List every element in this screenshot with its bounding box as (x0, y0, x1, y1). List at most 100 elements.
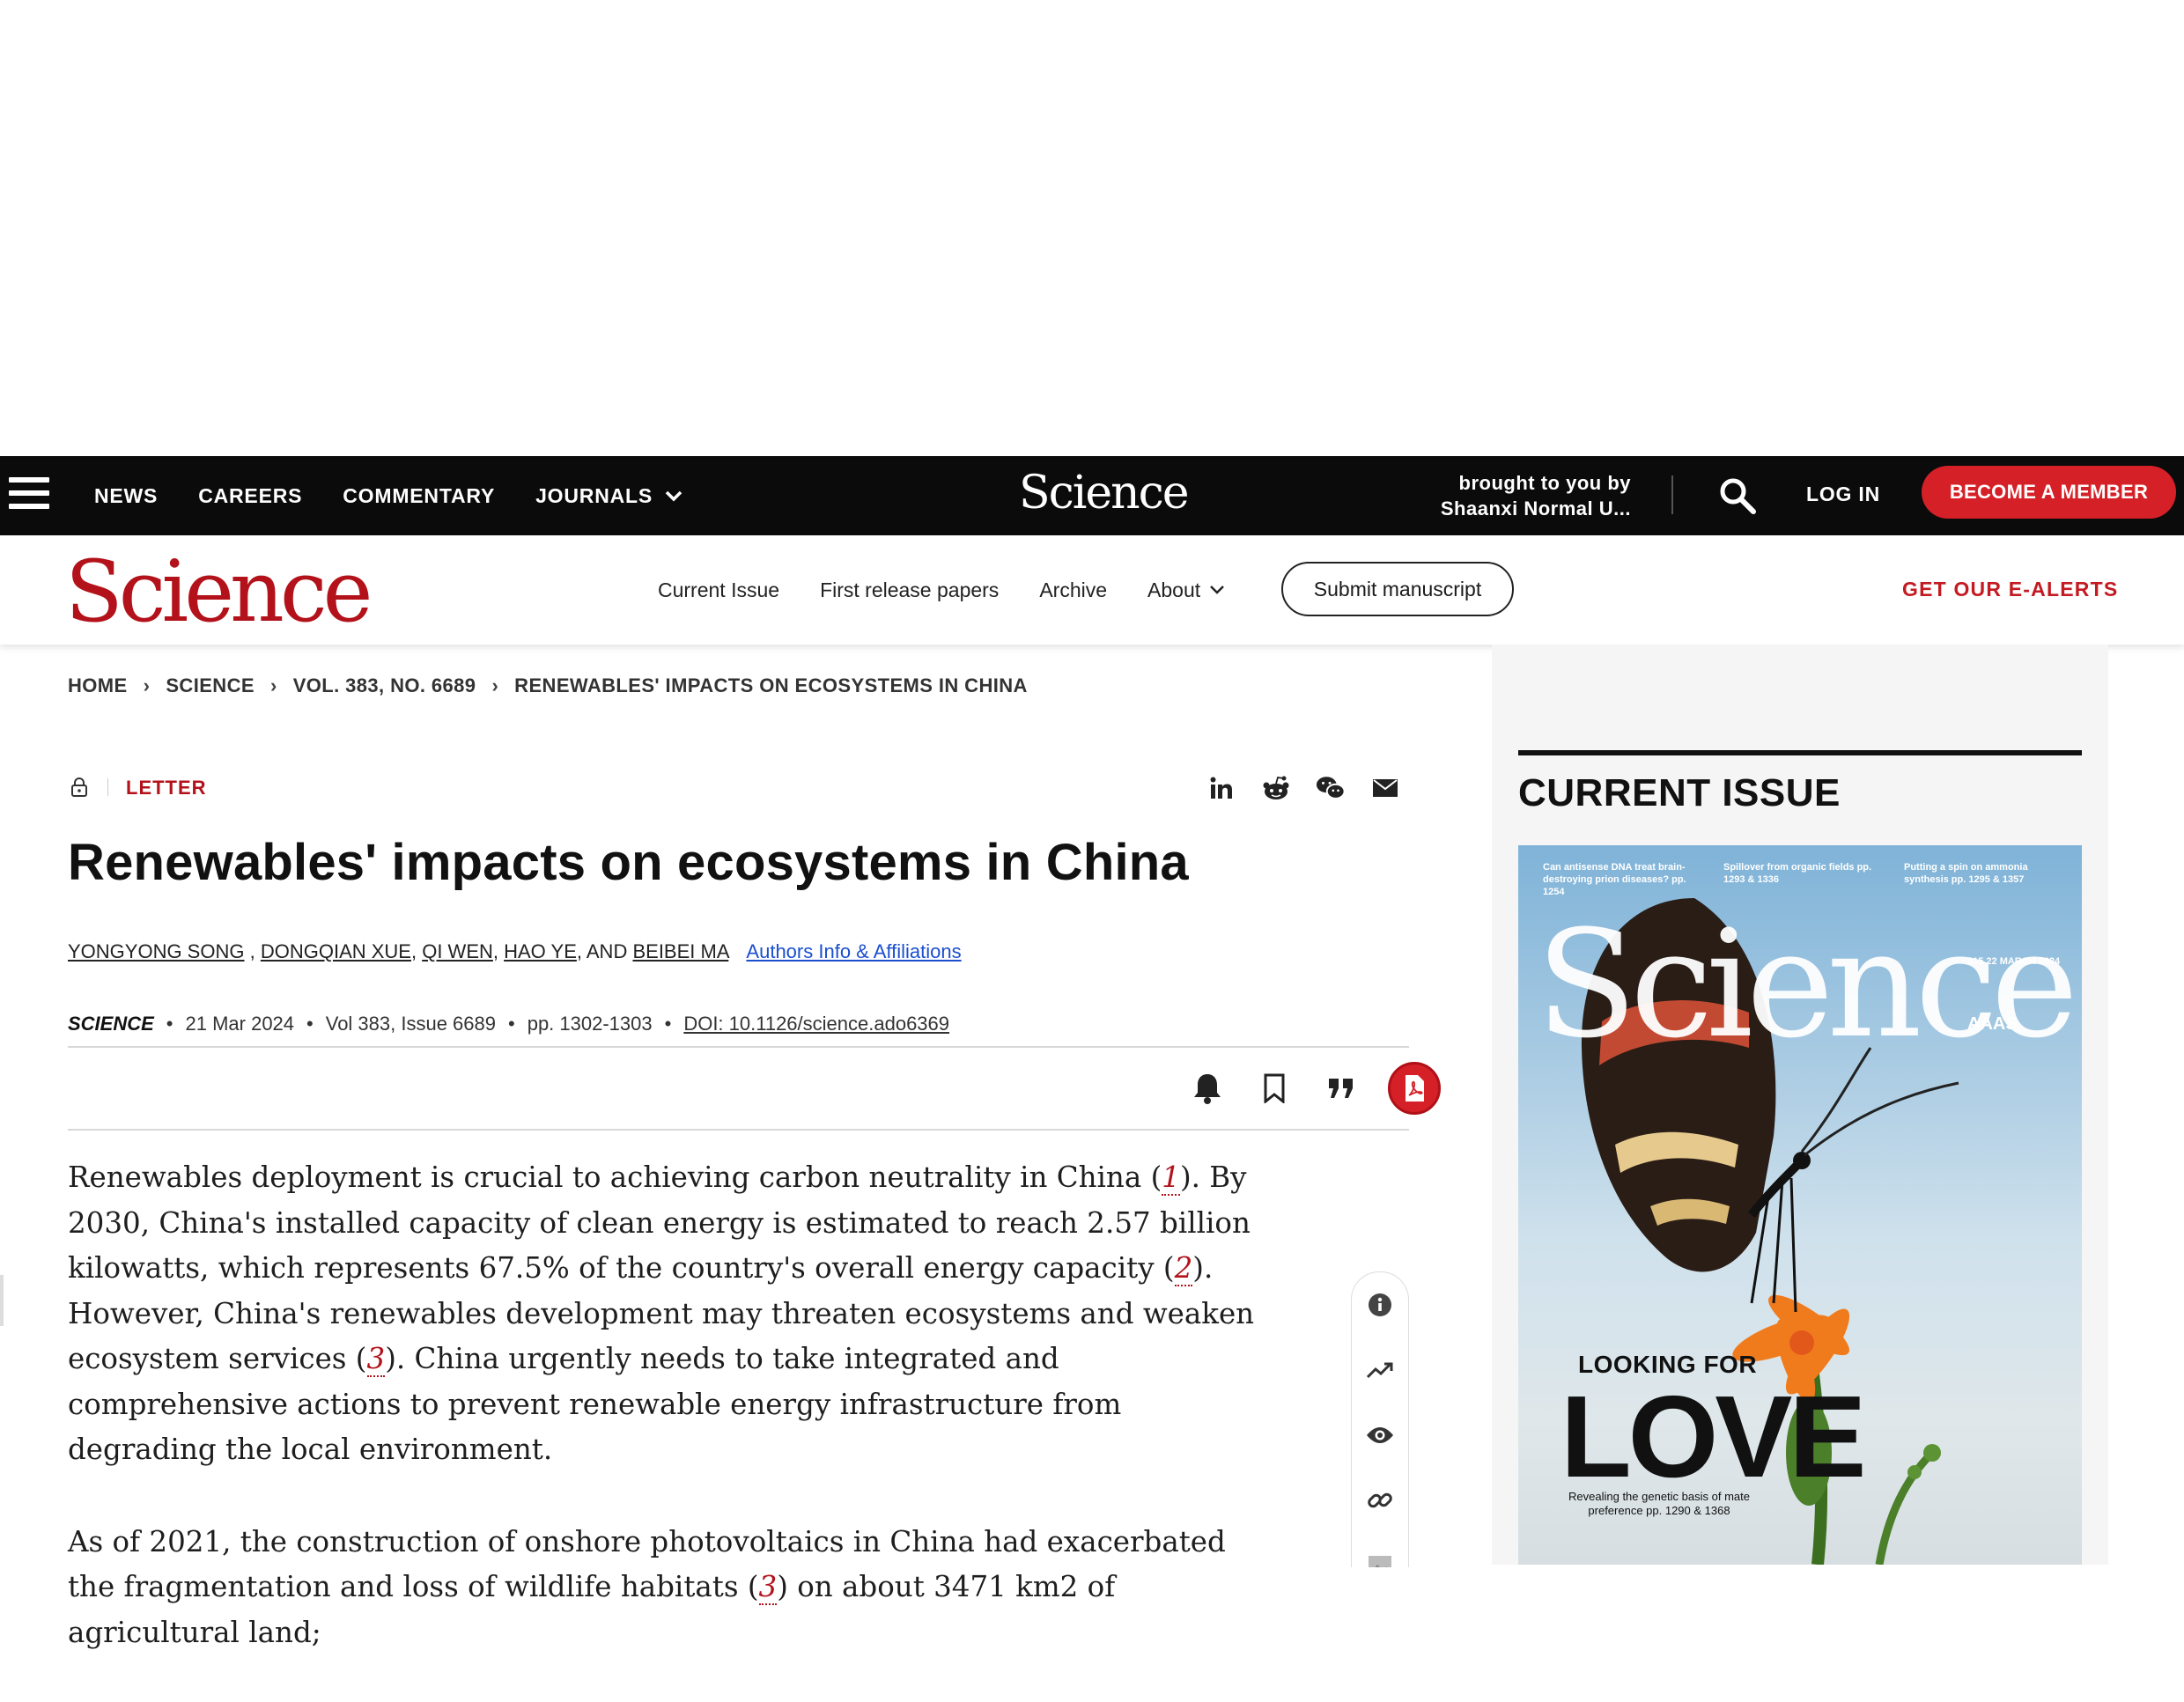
author-link[interactable]: DONGQIAN XUE (261, 940, 411, 962)
meta-dot: • (166, 1013, 173, 1035)
author-link[interactable]: QI WEN (422, 940, 493, 962)
cover-teasers: Can antisense DNA treat brain-destroying… (1543, 861, 2062, 898)
login-link[interactable]: LOG IN (1806, 483, 1880, 506)
submit-manuscript-button[interactable]: Submit manuscript (1281, 562, 1514, 616)
current-issue-heading: CURRENT ISSUE (1518, 771, 1841, 814)
article-tools (1161, 1062, 1441, 1115)
cover-teaser: Can antisense DNA treat brain-destroying… (1543, 862, 1686, 897)
author-separator: , (410, 940, 423, 962)
eye-icon[interactable] (1352, 1403, 1408, 1468)
linkedin-icon[interactable] (1206, 773, 1236, 803)
chevron-right-icon: › (491, 674, 499, 696)
meta-dot: • (664, 1013, 672, 1035)
chevron-down-icon (1209, 580, 1225, 600)
breadcrumb-home[interactable]: HOME (68, 674, 128, 697)
reference-link[interactable]: 1 (1162, 1160, 1180, 1196)
author-separator: , (249, 940, 261, 962)
science-logo-top[interactable]: Science (1019, 467, 1190, 519)
bookmark-icon[interactable] (1254, 1068, 1295, 1109)
author-link[interactable]: HAO YE (504, 940, 577, 962)
side-tools (1351, 1271, 1409, 1567)
nav-about-label: About (1147, 578, 1201, 601)
journal-header: Science Current Issue First release pape… (0, 535, 2184, 645)
become-member-button[interactable]: BECOME A MEMBER (1922, 466, 2176, 519)
reference-link[interactable]: 3 (758, 1570, 778, 1605)
breadcrumb-current: RENEWABLES' IMPACTS ON ECOSYSTEMS IN CHI… (514, 674, 1028, 696)
nav-journals-label: JOURNALS (535, 483, 653, 507)
trending-icon[interactable] (1352, 1337, 1408, 1403)
author-link[interactable]: YONGYONG SONG (68, 940, 244, 962)
journal-nav: Current Issue First release papers Archi… (658, 535, 1265, 645)
article-body: Renewables deployment is crucial to achi… (68, 1155, 1265, 1702)
current-issue-cover[interactable]: Can antisense DNA treat brain-destroying… (1518, 845, 2082, 1565)
lock-icon (70, 777, 88, 798)
cover-headline: LOVE (1561, 1372, 1866, 1501)
cover-teaser: Spillover from organic fields pp. 1293 &… (1723, 862, 1872, 885)
wechat-icon[interactable] (1316, 773, 1346, 803)
email-icon[interactable] (1370, 773, 1400, 803)
institution-name: Shaanxi Normal U... (1440, 497, 1631, 519)
authors-info-link[interactable]: Authors Info & Affiliations (746, 940, 961, 962)
quote-icon[interactable] (1321, 1068, 1361, 1109)
cover-subline: Revealing the genetic basis of mate pref… (1568, 1490, 1750, 1517)
nav-archive[interactable]: Archive (1039, 578, 1107, 602)
science-logo[interactable]: Science (65, 542, 373, 641)
page-range: pp. 1302-1303 (527, 1013, 653, 1035)
doi-link[interactable]: DOI: 10.1126/science.ado6369 (683, 1013, 949, 1035)
cover-teaser: Putting a spin on ammonia synthesis pp. … (1904, 862, 2028, 885)
meta-dot: • (306, 1013, 314, 1035)
reddit-icon[interactable] (1261, 773, 1291, 803)
volume-issue[interactable]: Vol 383, Issue 6689 (326, 1013, 496, 1035)
top-navigation-bar: NEWS CAREERS COMMENTARY JOURNALS Science… (0, 456, 2184, 535)
publish-date: 21 Mar 2024 (185, 1013, 295, 1035)
link-icon[interactable] (1352, 1468, 1408, 1533)
top-nav: NEWS CAREERS COMMENTARY JOURNALS (94, 456, 723, 535)
paragraph: Renewables deployment is crucial to achi… (68, 1155, 1265, 1473)
divider (68, 1046, 1409, 1048)
breadcrumb-issue[interactable]: VOL. 383, NO. 6689 (293, 674, 476, 697)
divider (1518, 750, 2082, 755)
nav-careers[interactable]: CAREERS (198, 484, 302, 508)
page-edge-tab[interactable] (0, 1275, 4, 1326)
chevron-right-icon: › (143, 674, 151, 696)
chevron-down-icon (665, 484, 682, 507)
e-alerts-link[interactable]: GET OUR E-ALERTS (1902, 578, 2118, 601)
nav-first-release[interactable]: First release papers (820, 578, 999, 602)
paragraph: As of 2021, the construction of onshore … (68, 1520, 1265, 1656)
breadcrumb: HOME › SCIENCE › VOL. 383, NO. 6689 › RE… (68, 674, 1028, 697)
image-icon[interactable] (1352, 1533, 1408, 1567)
author-list: YONGYONG SONG , DONGQIAN XUE, QI WEN, HA… (68, 940, 962, 963)
search-icon[interactable] (1717, 475, 1758, 516)
divider (1671, 475, 1673, 514)
cover-publisher: AAAS (1967, 1014, 2018, 1034)
nav-news[interactable]: NEWS (94, 484, 158, 508)
text-run: Renewables deployment is crucial to achi… (68, 1160, 1162, 1194)
journal-name[interactable]: SCIENCE (68, 1013, 154, 1035)
author-separator: , (492, 940, 505, 962)
divider (68, 1129, 1409, 1131)
nav-journals[interactable]: JOURNALS (535, 484, 682, 508)
nav-commentary[interactable]: COMMENTARY (343, 484, 495, 508)
nav-about[interactable]: About (1147, 578, 1225, 602)
author-and: , AND (576, 940, 628, 962)
reference-link[interactable]: 2 (1174, 1251, 1193, 1286)
chevron-right-icon: › (269, 674, 277, 696)
cover-issue-date: $15 22 MARCH 2024 (1967, 956, 2061, 967)
article-title: Renewables' impacts on ecosystems in Chi… (68, 834, 1189, 891)
breadcrumb-science[interactable]: SCIENCE (166, 674, 255, 697)
cover-science-logo: Science (1536, 898, 2078, 1071)
bell-icon[interactable] (1187, 1068, 1228, 1109)
article-meta: SCIENCE • 21 Mar 2024 • Vol 383, Issue 6… (68, 1013, 949, 1035)
meta-dot: • (508, 1013, 515, 1035)
article-type-label: LETTER (126, 777, 207, 799)
share-bar (1206, 773, 1425, 803)
menu-icon[interactable] (9, 477, 49, 512)
author-link[interactable]: BEIBEI MA (632, 940, 728, 962)
reference-link[interactable]: 3 (366, 1342, 386, 1377)
nav-current-issue[interactable]: Current Issue (658, 578, 779, 602)
divider (107, 778, 108, 796)
info-icon[interactable] (1352, 1272, 1408, 1337)
institution-access: brought to you by Shaanxi Normal U... (1420, 470, 1631, 521)
pdf-icon[interactable] (1388, 1062, 1441, 1115)
brought-label: brought to you by (1458, 472, 1631, 494)
